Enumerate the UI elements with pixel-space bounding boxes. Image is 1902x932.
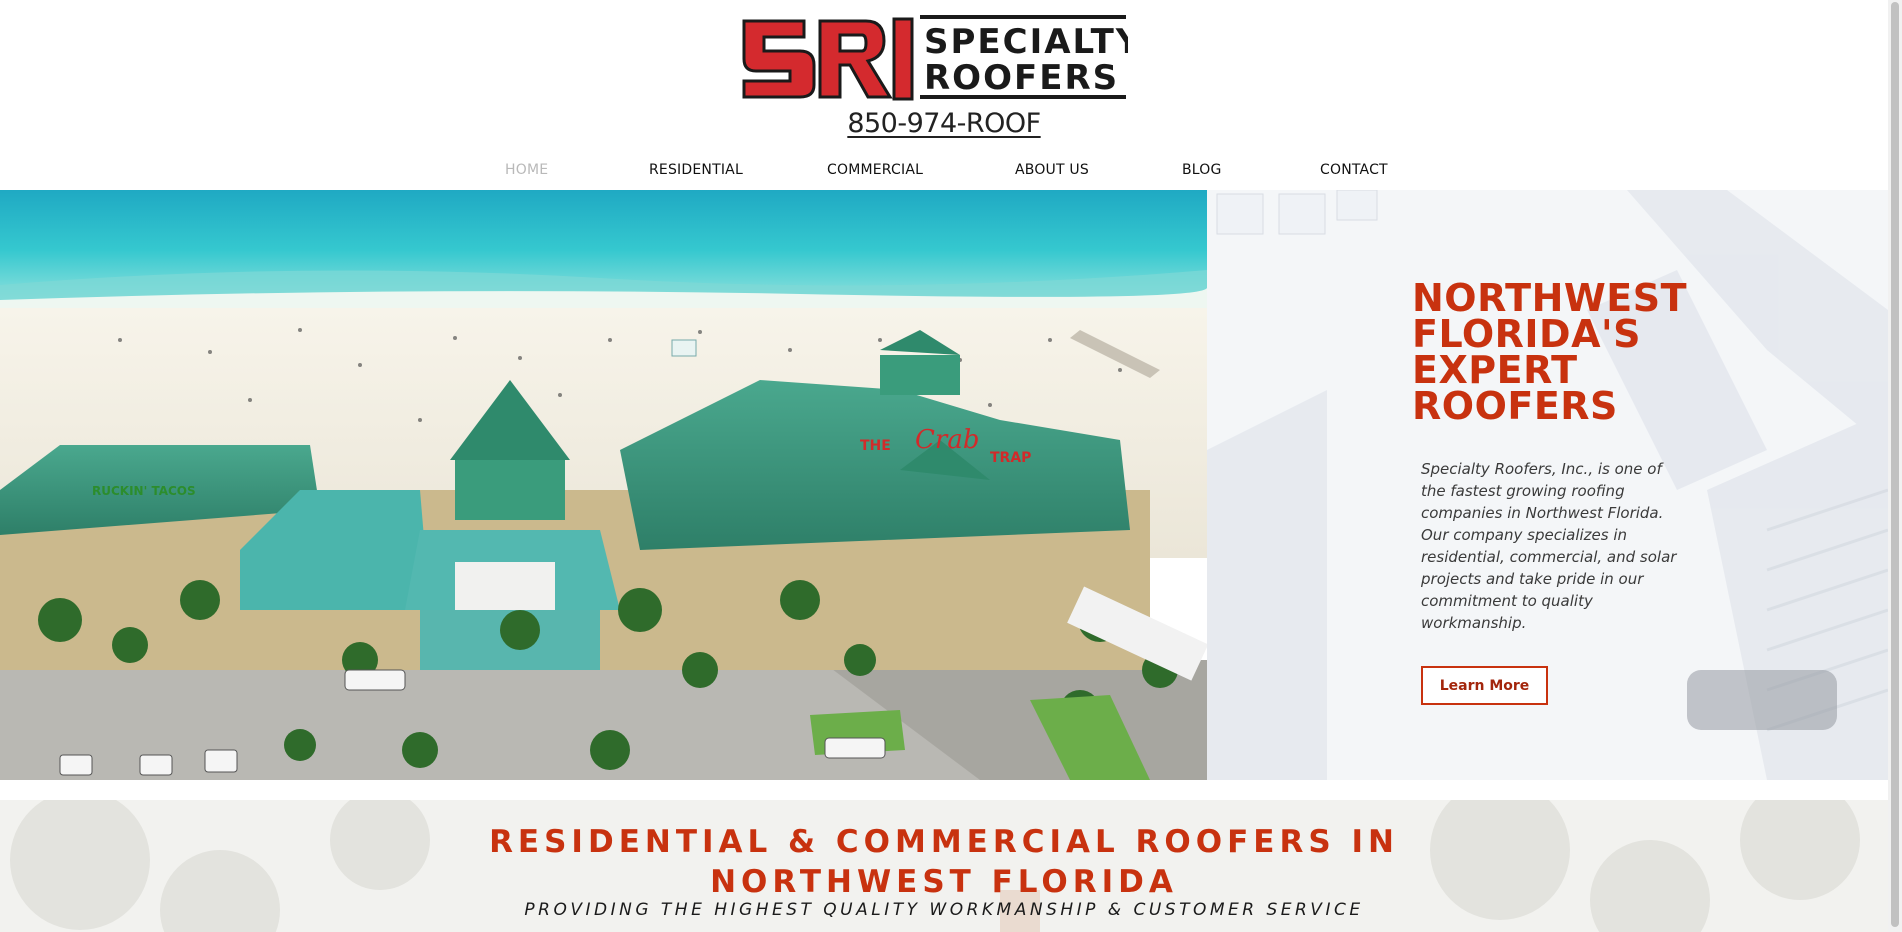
hero-section: RUCKIN' TACOS THE Crab TRAP NORTHWEST FL… [0,190,1888,780]
nav-contact[interactable]: CONTACT [1320,162,1388,178]
site-header: SPECIALTY ROOFERS 850-974-ROOF HOME RESI… [0,0,1888,190]
logo-line-2: ROOFERS [924,58,1119,98]
logo-line-1: SPECIALTY [924,22,1128,62]
hero-headline: NORTHWEST FLORIDA'S EXPERT ROOFERS [1412,276,1852,428]
hero-photo: RUCKIN' TACOS THE Crab TRAP [0,190,1207,780]
ruckin-tacos-sign: RUCKIN' TACOS [92,484,196,498]
services-banner: RESIDENTIAL & COMMERCIAL ROOFERS IN NORT… [0,800,1888,932]
hero-text-panel: NORTHWEST FLORIDA'S EXPERT ROOFERS Speci… [1207,190,1888,780]
scrollbar-thumb[interactable] [1891,2,1899,927]
sri-logo[interactable]: SPECIALTY ROOFERS [740,13,1128,101]
services-title: RESIDENTIAL & COMMERCIAL ROOFERS IN NORT… [0,822,1888,902]
headline-line-4: ROOFERS [1412,384,1618,428]
headline-line-2: FLORIDA'S [1412,312,1641,356]
nav-about-us[interactable]: ABOUT US [1015,162,1089,178]
crab-trap-sign-trap: TRAP [990,450,1031,466]
learn-more-button[interactable]: Learn More [1421,666,1548,705]
headline-line-1: NORTHWEST [1412,276,1688,320]
nav-commercial[interactable]: COMMERCIAL [827,162,923,178]
nav-residential[interactable]: RESIDENTIAL [649,162,743,178]
crab-trap-sign-the: THE [860,438,891,454]
services-title-line-2: NORTHWEST FLORIDA [710,864,1178,900]
services-title-line-1: RESIDENTIAL & COMMERCIAL ROOFERS IN [489,824,1399,860]
nav-home[interactable]: HOME [505,162,548,178]
phone-link[interactable]: 850-974-ROOF [0,108,1888,139]
services-subtitle: PROVIDING THE HIGHEST QUALITY WORKMANSHI… [524,900,1364,920]
hero-intro-text: Specialty Roofers, Inc., is one of the f… [1421,460,1677,632]
crab-trap-sign-name: Crab [915,425,979,455]
headline-line-3: EXPERT [1412,348,1578,392]
page-scrollbar[interactable] [1888,0,1902,932]
nav-blog[interactable]: BLOG [1182,162,1222,178]
main-nav: HOME RESIDENTIAL COMMERCIAL ABOUT US BLO… [0,162,1888,184]
aerial-beach-image: RUCKIN' TACOS THE Crab TRAP [0,190,1207,780]
